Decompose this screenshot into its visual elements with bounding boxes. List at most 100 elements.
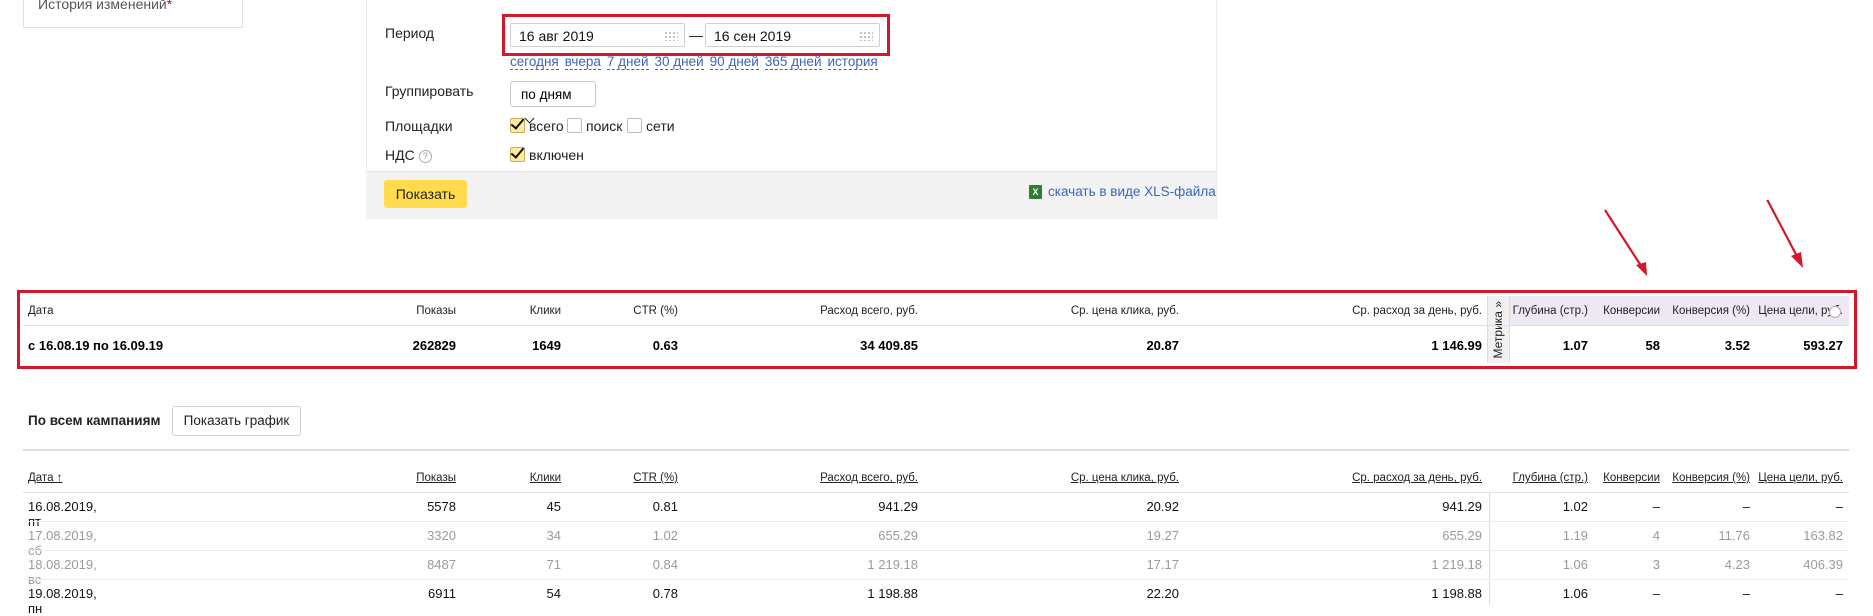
xls-download-link[interactable]: X скачать в виде XLS-файла [1029, 184, 1216, 199]
cell-conversion-rate: 11.76 [1718, 528, 1750, 543]
checkbox-checked-icon[interactable] [510, 147, 525, 162]
range-7-days-link[interactable]: 7 дней [606, 54, 649, 70]
column-header-depth[interactable]: Глубина (стр.) [1510, 472, 1588, 484]
cell-date: 18.08.2019, вс [28, 557, 97, 587]
header-divider [23, 492, 1849, 493]
cell-ctr: 0.78 [652, 586, 678, 601]
column-header-conversions[interactable]: Конверсии [1595, 472, 1660, 484]
range-yesterday-link[interactable]: вчера [564, 54, 601, 70]
campaigns-title: По всем кампаниям [28, 413, 161, 428]
cell-impressions: 3320 [427, 528, 456, 543]
range-history-link[interactable]: история [827, 54, 878, 70]
cell-avg-day: 1 219.18 [1431, 557, 1482, 572]
vat-label: НДС [385, 147, 415, 163]
cell-cost: 1 219.18 [867, 557, 918, 572]
cell-ctr: 0.84 [652, 557, 678, 572]
table-top-border [23, 449, 1849, 451]
cell-avg-click: 17.17 [1146, 557, 1179, 572]
cell-goal-price: – [1835, 586, 1843, 601]
cell-avg-click: 19.27 [1146, 528, 1179, 543]
platform-networks-label: сети [646, 118, 675, 134]
platform-search-checkbox[interactable]: поиск [567, 118, 622, 134]
cell-conversions: 4 [1652, 528, 1660, 543]
cell-conversions: 3 [1652, 557, 1660, 572]
column-header-ctr[interactable]: CTR (%) [570, 472, 678, 484]
group-select-value: по дням [521, 87, 572, 102]
calendar-icon[interactable] [859, 31, 873, 41]
arrowhead-icon [1636, 262, 1647, 276]
cell-impressions: 5578 [427, 499, 456, 514]
quick-ranges: сегодня вчера 7 дней 30 дней 90 дней 365 дней… [510, 53, 884, 71]
group-label: Группировать [385, 83, 474, 99]
cell-depth: 1.06 [1562, 586, 1588, 601]
cell-avg-click: 22.20 [1146, 586, 1179, 601]
range-today-link[interactable]: сегодня [510, 54, 559, 70]
date-to-input[interactable]: 16 сен 2019 [705, 23, 880, 47]
checkbox-unchecked-icon[interactable] [567, 118, 582, 133]
date-to-value: 16 сен 2019 [714, 28, 792, 44]
cell-ctr: 0.81 [652, 499, 678, 514]
cell-depth: 1.02 [1562, 499, 1588, 514]
platform-networks-checkbox[interactable]: сети [627, 118, 675, 134]
cell-avg-day: 655.29 [1442, 528, 1482, 543]
cell-goal-price: 163.82 [1803, 528, 1843, 543]
row-divider [23, 550, 1849, 551]
show-button[interactable]: Показать [384, 180, 467, 208]
xls-link-label: скачать в виде XLS-файла [1048, 184, 1216, 199]
summary-highlight [17, 290, 1857, 369]
cell-impressions: 8487 [427, 557, 456, 572]
vat-included-checkbox[interactable]: включен [510, 147, 584, 163]
cell-clicks: 71 [546, 557, 561, 572]
excel-icon: X [1029, 184, 1042, 199]
cell-depth: 1.19 [1562, 528, 1588, 543]
cell-conversion-rate: 4.23 [1724, 557, 1750, 572]
required-mark: * [166, 0, 173, 12]
cell-clicks: 54 [546, 586, 561, 601]
cell-goal-price: 406.39 [1803, 557, 1843, 572]
cell-cost: 941.29 [878, 499, 918, 514]
column-header-clicks[interactable]: Клики [460, 472, 561, 484]
platform-all-checkbox[interactable]: всего [510, 118, 564, 134]
platforms-label: Площадки [385, 118, 453, 134]
vat-included-label: включен [529, 147, 584, 163]
cell-cost: 1 198.88 [867, 586, 918, 601]
cell-avg-day: 941.29 [1442, 499, 1482, 514]
column-header-avg-click[interactable]: Ср. цена клика, руб. [960, 472, 1179, 484]
sidebar-item-history[interactable]: История изменений* [38, 0, 172, 12]
column-header-goal-price[interactable]: Цена цели, руб. [1755, 472, 1843, 484]
cell-conversion-rate: – [1742, 586, 1750, 601]
cell-clicks: 34 [546, 528, 561, 543]
vat-row: НДС? [385, 147, 432, 163]
help-icon[interactable]: ? [418, 150, 432, 163]
cell-ctr: 1.02 [652, 528, 678, 543]
date-from-input[interactable]: 16 авг 2019 [510, 23, 685, 47]
cell-cost: 655.29 [878, 528, 918, 543]
column-header-conversion-rate[interactable]: Конверсия (%) [1670, 472, 1750, 484]
cell-clicks: 45 [546, 499, 561, 514]
column-header-cost[interactable]: Расход всего, руб. [720, 472, 918, 484]
platform-all-label: всего [529, 118, 564, 134]
cell-conversion-rate: – [1742, 499, 1750, 514]
platform-search-label: поиск [586, 118, 623, 134]
arrow-conversions [1604, 209, 1646, 273]
range-90-days-link[interactable]: 90 дней [709, 54, 759, 70]
date-from-value: 16 авг 2019 [519, 28, 594, 44]
range-365-days-link[interactable]: 365 дней [764, 54, 822, 70]
cell-conversions: – [1652, 499, 1660, 514]
column-header-date[interactable]: Дата ↑ [28, 472, 62, 484]
sidebar-item-label: История изменений [38, 0, 167, 12]
calendar-icon[interactable] [664, 31, 678, 41]
period-label: Период [385, 25, 435, 41]
show-chart-button[interactable]: Показать график [172, 406, 301, 436]
checkbox-unchecked-icon[interactable] [627, 118, 642, 133]
cell-conversions: – [1652, 586, 1660, 601]
checkbox-checked-icon[interactable] [510, 118, 525, 133]
cell-date: 17.08.2019, сб [28, 528, 97, 558]
column-header-avg-day[interactable]: Ср. расход за день, руб. [1220, 472, 1482, 484]
cell-avg-click: 20.92 [1146, 499, 1179, 514]
arrowhead-icon [1791, 252, 1803, 268]
range-30-days-link[interactable]: 30 дней [654, 54, 704, 70]
group-select[interactable]: по дням [510, 81, 596, 124]
column-header-impressions[interactable]: Показы [340, 472, 456, 484]
row-divider [23, 579, 1849, 580]
